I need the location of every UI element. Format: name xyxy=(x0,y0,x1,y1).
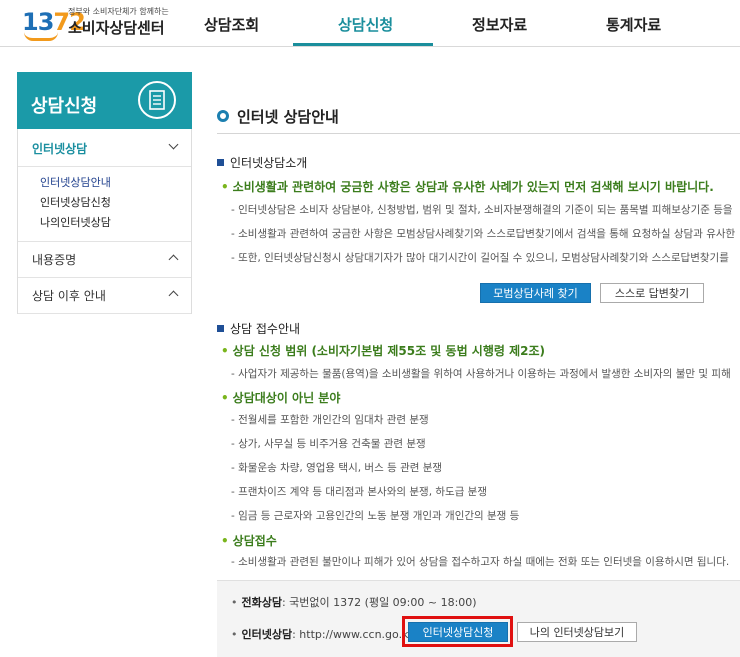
sidebar-menu: 인터넷상담 인터넷상담안내 인터넷상담신청 나의인터넷상담 내용증명 상담 이후… xyxy=(17,129,192,314)
excluded-line-1: - 전월세를 포함한 개인간의 임대차 관련 분쟁 xyxy=(231,414,429,426)
chevron-down-icon xyxy=(168,139,179,150)
sidebar-item-after-counsel[interactable]: 상담 이후 안내 xyxy=(18,278,191,314)
logo-subtitle: 정부와 소비자단체가 함께하는 xyxy=(68,7,169,16)
sidebar-subitem-guide[interactable]: 인터넷상담안내 xyxy=(40,173,191,193)
site-logo[interactable]: 1372 정부와 소비자단체가 함께하는 소비자상담센터 xyxy=(22,2,182,42)
internet-counsel-info: • 인터넷상담: http://www.ccn.go.kr xyxy=(231,628,413,641)
sidebar-submenu: 인터넷상담안내 인터넷상담신청 나의인터넷상담 xyxy=(18,167,191,242)
sidebar-title: 상담신청 xyxy=(31,96,98,117)
building-icon xyxy=(138,81,176,119)
excluded-line-4: - 프랜차이즈 계약 등 대리점과 본사와의 분쟁, 하도급 분쟁 xyxy=(231,486,488,498)
sidebar-item-certified-mail[interactable]: 내용증명 xyxy=(18,242,191,278)
main-content: 인터넷 상담안내 인터넷상담소개 • 소비생활과 관련하여 궁금한 사항은 상담과… xyxy=(217,0,740,657)
chevron-up-icon xyxy=(168,290,179,301)
section-title-reception: 상담 접수안내 xyxy=(217,320,300,337)
scope-line: - 사업자가 제공하는 물품(용역)을 소비생활을 위하여 사용하거나 이용하는… xyxy=(231,368,731,380)
logo-title: 소비자상담센터 xyxy=(68,19,165,37)
sidebar-item-label: 인터넷상담 xyxy=(32,142,88,156)
intro-line-1: - 인터넷상담은 소비자 상담분야, 신청방법, 범위 및 절차, 소비자분쟁해… xyxy=(231,204,733,216)
sidebar: 상담신청 인터넷상담 인터넷상담안내 인터넷상담신청 나의인터넷상담 내용증명 … xyxy=(17,72,192,314)
sidebar-item-internet-counsel[interactable]: 인터넷상담 xyxy=(18,129,191,167)
excluded-line-5: - 임금 등 근로자와 고용인간의 노동 분쟁 개인과 개인간의 분쟁 등 xyxy=(231,510,520,522)
excluded-heading: • 상담대상이 아닌 분야 xyxy=(221,391,341,405)
square-bullet-icon xyxy=(217,325,224,332)
reception-line: - 소비생활과 관련된 불만이나 피해가 있어 상담을 접수하고자 하실 때에는… xyxy=(231,556,730,568)
circle-bullet-icon xyxy=(217,110,229,122)
section-title-intro: 인터넷상담소개 xyxy=(217,154,307,171)
sidebar-subitem-my-counsel[interactable]: 나의인터넷상담 xyxy=(40,213,191,233)
sidebar-item-label: 내용증명 xyxy=(32,253,77,267)
reception-heading: • 상담접수 xyxy=(221,534,277,548)
scope-heading: • 상담 신청 범위 (소비자기본법 제55조 및 동법 시행령 제2조) xyxy=(221,344,545,358)
chevron-up-icon xyxy=(168,254,179,265)
my-internet-counsel-button[interactable]: 나의 인터넷상담보기 xyxy=(517,622,637,642)
intro-line-3: - 또한, 인터넷상담신청시 상담대기자가 많아 대기시간이 길어질 수 있으니… xyxy=(231,252,729,264)
sidebar-subitem-apply[interactable]: 인터넷상담신청 xyxy=(40,193,191,213)
phone-counsel-info: • 전화상담: 국번없이 1372 (평일 09:00 ~ 18:00) xyxy=(231,596,477,609)
find-answers-button[interactable]: 스스로 답변찾기 xyxy=(600,283,704,303)
intro-headline: • 소비생활과 관련하여 궁금한 사항은 상담과 유사한 사례가 있는지 먼저 검… xyxy=(221,180,714,194)
sidebar-item-label: 상담 이후 안내 xyxy=(32,289,106,303)
find-model-cases-button[interactable]: 모범상담사례 찾기 xyxy=(480,283,591,303)
square-bullet-icon xyxy=(217,159,224,166)
highlight-box xyxy=(402,616,513,647)
sidebar-header: 상담신청 xyxy=(17,72,192,129)
intro-line-2: - 소비생활과 관련하여 궁금한 사항은 모범상담사례찾기와 스스로답변찾기에서… xyxy=(231,228,736,240)
excluded-line-3: - 화물운송 차량, 영업용 택시, 버스 등 관련 분쟁 xyxy=(231,462,443,474)
logo-swoosh-icon xyxy=(24,32,58,41)
excluded-line-2: - 상가, 사무실 등 비주거용 건축물 관련 분쟁 xyxy=(231,438,426,450)
page-title: 인터넷 상담안내 xyxy=(237,108,339,126)
page-title-bar: 인터넷 상담안내 xyxy=(217,100,740,134)
